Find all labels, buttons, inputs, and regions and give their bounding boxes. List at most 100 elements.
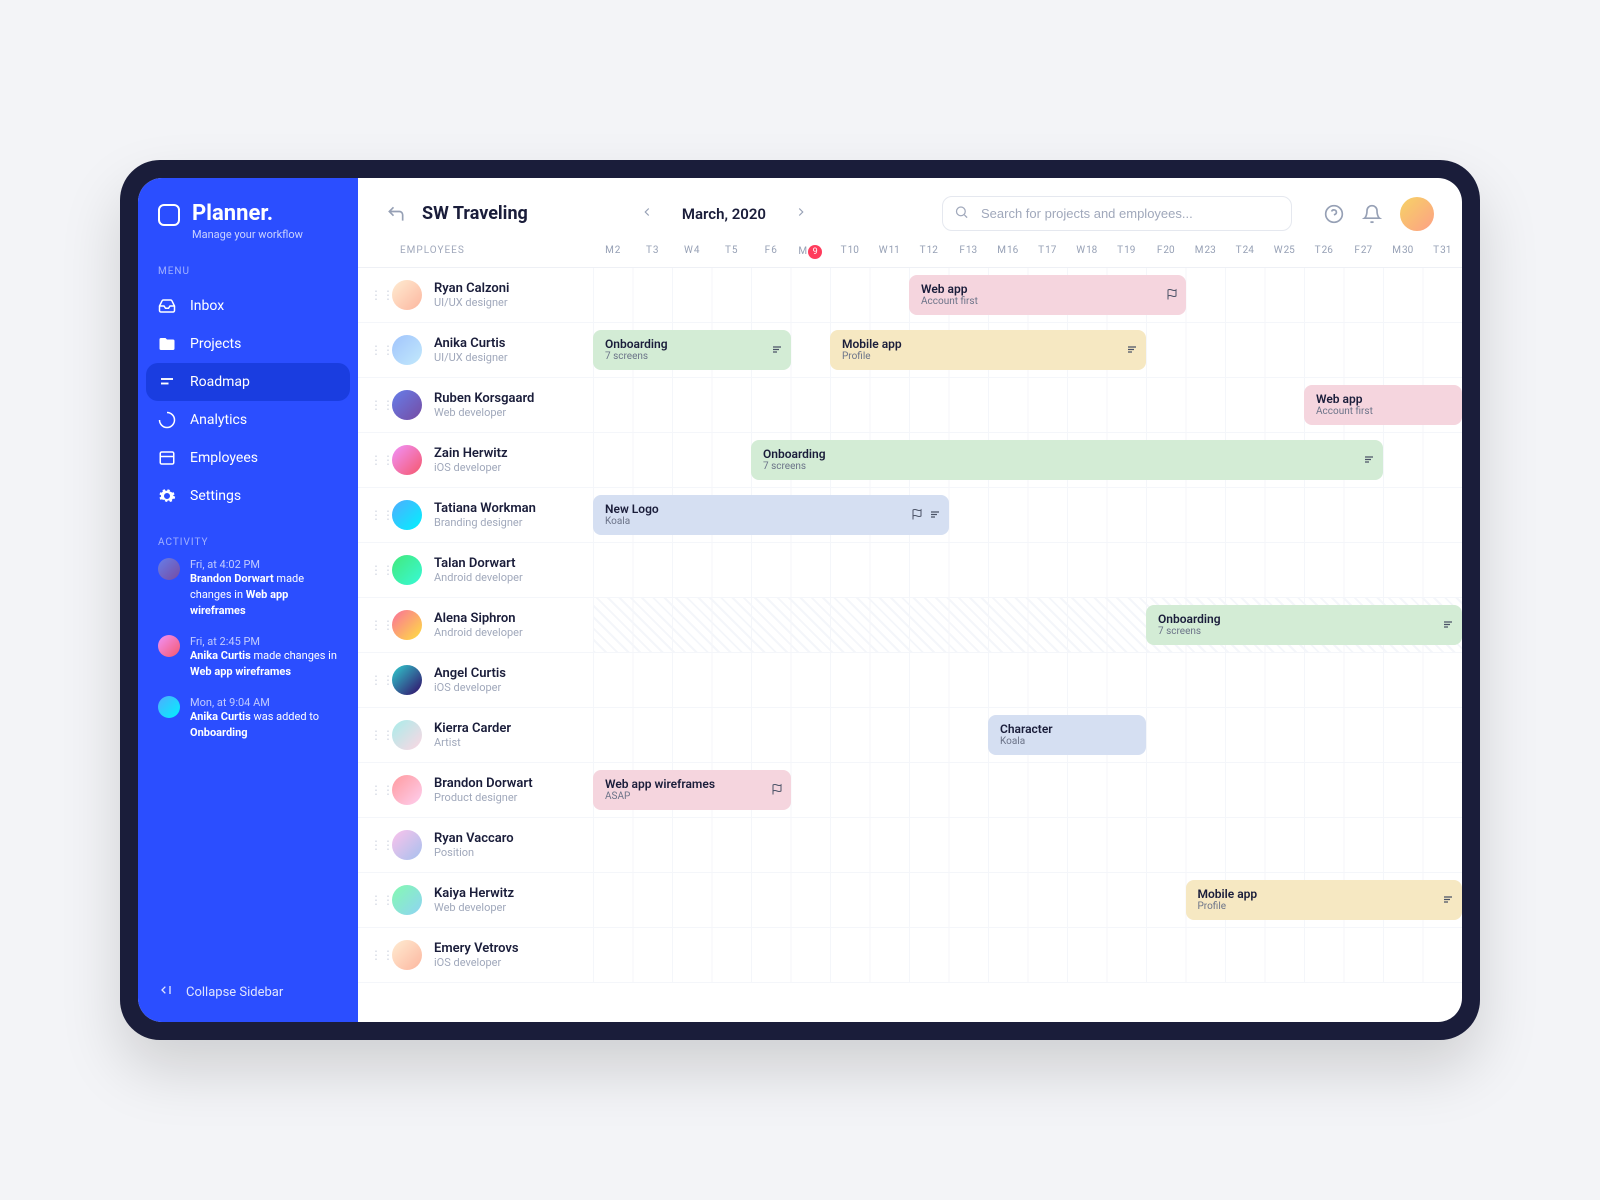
employee-name: Emery Vetrovs [434,941,519,957]
drag-handle-icon[interactable]: ⋮⋮ [370,948,380,962]
timeline-lane[interactable] [593,543,1462,597]
timeline-lane[interactable]: Onboarding 7 screens Mobile app Profile [593,323,1462,377]
timeline-lane[interactable]: Character Koala [593,708,1462,762]
timeline-lane[interactable]: Web app Account first [593,378,1462,432]
sidebar-item-label: Employees [190,450,258,466]
day-header: T26 [1304,245,1344,267]
task-bar[interactable]: Mobile app Profile [1186,880,1463,920]
task-subtitle: Profile [1198,901,1433,913]
employee-role: Position [434,846,514,859]
employee-name: Ryan Calzoni [434,281,509,297]
activity-text: Brandon Dorwart made changes in Web app … [190,571,338,619]
prev-month-button[interactable] [640,204,654,223]
sidebar-item-label: Settings [190,488,241,504]
drag-handle-icon[interactable]: ⋮⋮ [370,288,380,302]
day-header: F27 [1344,245,1384,267]
employee-avatar[interactable] [392,665,422,695]
employee-avatar[interactable] [392,940,422,970]
timeline-lane[interactable]: Web app wireframes ASAP [593,763,1462,817]
app-icon [158,204,180,226]
sidebar-item-roadmap[interactable]: Roadmap [146,363,350,401]
task-bar[interactable]: Web app Account first [909,275,1186,315]
collapse-sidebar-button[interactable]: Collapse Sidebar [138,970,358,1002]
next-month-button[interactable] [794,204,808,223]
employee-role: UI/UX designer [434,351,508,364]
employee-avatar[interactable] [392,775,422,805]
timeline-lane[interactable] [593,818,1462,872]
timeline-lane[interactable]: New Logo Koala [593,488,1462,542]
employee-avatar[interactable] [392,500,422,530]
drag-handle-icon[interactable]: ⋮⋮ [370,893,380,907]
help-icon[interactable] [1324,204,1344,224]
task-bar[interactable]: Character Koala [988,715,1146,755]
drag-handle-icon[interactable]: ⋮⋮ [370,563,380,577]
user-avatar[interactable] [1400,197,1434,231]
drag-handle-icon[interactable]: ⋮⋮ [370,838,380,852]
drag-handle-icon[interactable]: ⋮⋮ [370,728,380,742]
task-bar[interactable]: Onboarding 7 screens [751,440,1383,480]
task-bar[interactable]: New Logo Koala [593,495,949,535]
drag-handle-icon[interactable]: ⋮⋮ [370,618,380,632]
sidebar-item-projects[interactable]: Projects [138,325,358,363]
timeline-row: ⋮⋮ Kaiya Herwitz Web developerMobile app… [358,873,1462,928]
timeline-row: ⋮⋮ Emery Vetrovs iOS developer [358,928,1462,983]
activity-item[interactable]: Fri, at 4:02 PM Brandon Dorwart made cha… [158,558,338,619]
task-bar[interactable]: Onboarding 7 screens [1146,605,1462,645]
day-header: F13 [949,245,989,267]
sidebar-item-employees[interactable]: Employees [138,439,358,477]
employee-avatar[interactable] [392,720,422,750]
employee-avatar[interactable] [392,445,422,475]
employee-avatar[interactable] [392,390,422,420]
task-title: Onboarding [1158,612,1432,626]
employee-avatar[interactable] [392,335,422,365]
timeline-lane[interactable] [593,928,1462,982]
day-header: W11 [870,245,910,267]
search-input[interactable] [942,196,1292,231]
notes-icon [771,341,783,360]
task-title: Character [1000,722,1116,736]
drag-handle-icon[interactable]: ⋮⋮ [370,673,380,687]
timeline-lane[interactable]: Web app Account first [593,268,1462,322]
back-icon[interactable] [386,204,406,224]
timeline-lane[interactable]: Onboarding 7 screens [593,598,1462,652]
task-bar[interactable]: Mobile app Profile [830,330,1146,370]
drag-handle-icon[interactable]: ⋮⋮ [370,783,380,797]
sidebar-item-label: Analytics [190,412,247,428]
day-header: M30 [1383,245,1423,267]
app-name: Planner. [192,202,303,226]
activity-time: Mon, at 9:04 AM [190,696,338,709]
employee-name: Anika Curtis [434,336,508,352]
menu-section-label: MENU [138,266,358,287]
sidebar-item-settings[interactable]: Settings [138,477,358,515]
activity-time: Fri, at 2:45 PM [190,635,338,648]
timeline-lane[interactable]: Onboarding 7 screens [593,433,1462,487]
drag-handle-icon[interactable]: ⋮⋮ [370,343,380,357]
employee-avatar[interactable] [392,610,422,640]
employee-avatar[interactable] [392,830,422,860]
timeline-lane[interactable]: Mobile app Profile [593,873,1462,927]
employee-avatar[interactable] [392,885,422,915]
bell-icon[interactable] [1362,204,1382,224]
employee-avatar[interactable] [392,555,422,585]
drag-handle-icon[interactable]: ⋮⋮ [370,453,380,467]
task-subtitle: 7 screens [1158,626,1432,638]
task-bar[interactable]: Onboarding 7 screens [593,330,791,370]
task-bar[interactable]: Web app wireframes ASAP [593,770,791,810]
employee-avatar[interactable] [392,280,422,310]
sidebar-item-inbox[interactable]: Inbox [138,287,358,325]
sidebar-item-analytics[interactable]: Analytics [138,401,358,439]
drag-handle-icon[interactable]: ⋮⋮ [370,398,380,412]
timeline-row: ⋮⋮ Anika Curtis UI/UX designer Onboarding… [358,323,1462,378]
timeline-row: ⋮⋮ Zain Herwitz iOS developerOnboarding … [358,433,1462,488]
drag-handle-icon[interactable]: ⋮⋮ [370,508,380,522]
sidebar-item-label: Roadmap [190,374,250,390]
employee-name: Tatiana Workman [434,501,536,517]
task-subtitle: Account first [1316,406,1432,418]
activity-item[interactable]: Mon, at 9:04 AM Anika Curtis was added t… [158,696,338,741]
activity-item[interactable]: Fri, at 2:45 PM Anika Curtis made change… [158,635,338,680]
employee-role: Artist [434,736,511,749]
task-bar[interactable]: Web app Account first [1304,385,1462,425]
task-title: New Logo [605,502,919,516]
timeline-lane[interactable] [593,653,1462,707]
day-header: M23 [1186,245,1226,267]
